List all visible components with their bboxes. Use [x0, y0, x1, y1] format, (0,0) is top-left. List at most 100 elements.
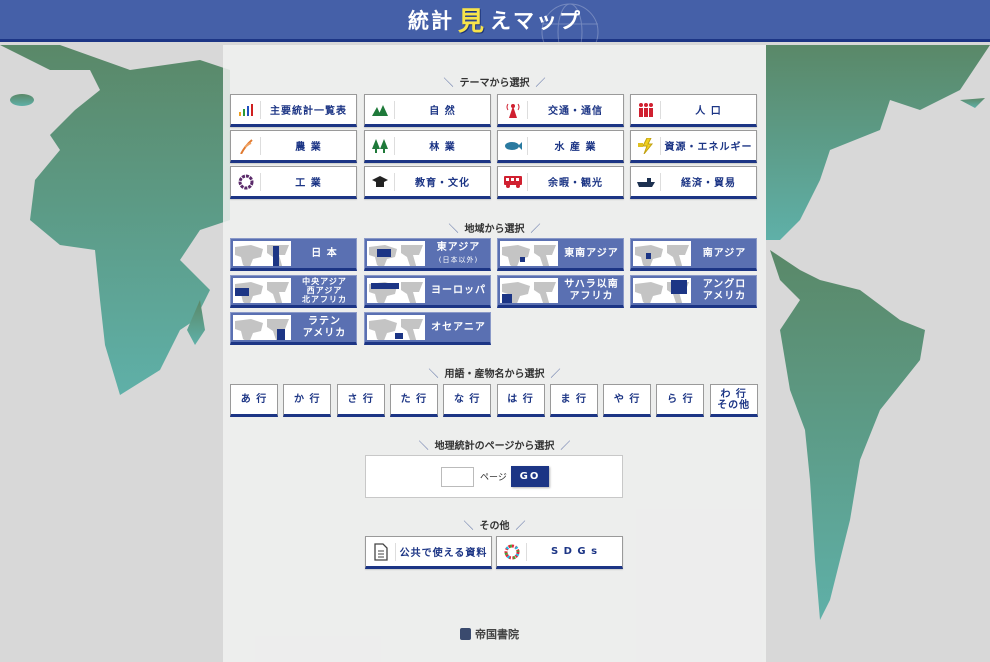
section-title-theme: ＼ テーマから選択／: [443, 78, 546, 89]
sdgs-button[interactable]: S D G s: [496, 536, 623, 569]
theme-button-label: 人 口: [695, 106, 722, 117]
region-button-label: オセアニア: [427, 313, 490, 342]
title-highlight: 見: [457, 7, 486, 37]
region-map-thumbnail: [367, 241, 425, 266]
region-button-label: 南アジア: [693, 239, 756, 268]
other-button-label: 公共で使える資料: [399, 548, 488, 559]
region-label-line: 東南アジア: [564, 247, 619, 259]
kana-label: は 行: [507, 394, 534, 405]
public-materials-button[interactable]: 公共で使える資料: [365, 536, 492, 569]
globe-icon: [541, 3, 599, 42]
other-button-label: S D G s: [550, 546, 599, 557]
theme-button[interactable]: 工 業: [230, 166, 357, 199]
region-button-label: ラテン アメリカ: [293, 313, 356, 342]
wheat-icon: [231, 136, 261, 155]
region-label-line: 西アジア: [306, 286, 343, 295]
page-number-input[interactable]: [441, 467, 474, 487]
region-label-line: 東アジア: [436, 241, 481, 253]
kana-label-sub: その他: [717, 399, 751, 411]
region-label-line: アメリカ: [702, 290, 747, 302]
theme-button-label: 工 業: [295, 178, 322, 189]
region-button-south-asia[interactable]: 南アジア: [630, 238, 757, 271]
kana-row-button[interactable]: わ 行その他: [709, 384, 758, 417]
bus-icon: [498, 172, 528, 191]
kana-row-button[interactable]: た 行: [389, 384, 438, 417]
theme-button[interactable]: 農 業: [230, 130, 357, 163]
region-label-line: 中央アジア: [302, 277, 347, 286]
region-map-thumbnail: [367, 315, 425, 340]
kana-label: か 行: [294, 394, 321, 405]
theme-button-label: 自 然: [429, 106, 456, 117]
theme-button-label: 農 業: [295, 142, 322, 153]
region-map-thumbnail: [500, 241, 558, 266]
region-button-anglo-america[interactable]: アングロ アメリカ: [630, 275, 757, 308]
graduation-cap-icon: [365, 172, 395, 191]
mountain-icon: [365, 100, 395, 119]
theme-button-label: 交通・通信: [548, 106, 603, 117]
document-icon: [366, 542, 396, 561]
region-label-line: アフリカ: [569, 290, 614, 302]
region-button-east-asia[interactable]: 東アジア (日本以外): [364, 238, 491, 271]
region-label-line: ヨーロッパ: [431, 284, 486, 296]
theme-button-label: 資源・エネルギー: [664, 142, 753, 153]
sdgs-wheel-icon: [497, 542, 527, 561]
section-title-page: ＼ 地理統計のページから選択／: [418, 441, 571, 452]
region-label-sub: (日本以外): [438, 255, 479, 264]
section-title-other: ＼ その他／: [463, 521, 526, 532]
theme-button[interactable]: 余暇・観光: [497, 166, 624, 199]
kana-row-button[interactable]: な 行: [443, 384, 492, 417]
region-button-central-west-asia-north-africa[interactable]: 中央アジア 西アジア 北アフリカ: [230, 275, 357, 308]
kana-row-button[interactable]: さ 行: [336, 384, 385, 417]
kana-label: さ 行: [347, 394, 374, 405]
region-button-label: ヨーロッパ: [427, 276, 490, 305]
region-button-oceania[interactable]: オセアニア: [364, 312, 491, 345]
region-label-line: 北アフリカ: [302, 295, 347, 304]
kana-label: ら 行: [667, 394, 694, 405]
kana-label: ま 行: [560, 394, 588, 405]
go-button[interactable]: GO: [511, 466, 549, 487]
region-button-label: サハラ以南 アフリカ: [560, 276, 623, 305]
publisher-emblem-icon: [460, 628, 471, 640]
kana-row-button[interactable]: は 行: [496, 384, 545, 417]
region-button-label: 中央アジア 西アジア 北アフリカ: [293, 276, 356, 305]
region-label-line: 南アジア: [702, 247, 747, 259]
ship-icon: [631, 172, 661, 191]
theme-button[interactable]: 資源・エネルギー: [630, 130, 757, 163]
region-map-thumbnail: [500, 278, 558, 303]
region-button-japan[interactable]: 日 本: [230, 238, 357, 271]
main-panel: ＼ テーマから選択／ 主要統計一覧表 自 然 交通・通信 人 口農 業 林 業 水 産 業 資…: [223, 45, 766, 662]
kana-row-button[interactable]: ら 行: [656, 384, 705, 417]
theme-button[interactable]: 教育・文化: [364, 166, 491, 199]
region-label-line: サハラ以南: [564, 278, 619, 290]
fish-icon: [498, 136, 528, 155]
theme-button[interactable]: 人 口: [630, 94, 757, 127]
theme-button-label: 主要統計一覧表: [270, 106, 347, 117]
region-button-southeast-asia[interactable]: 東南アジア: [497, 238, 624, 271]
region-button-sub-saharan-africa[interactable]: サハラ以南 アフリカ: [497, 275, 624, 308]
section-title-terms: ＼ 用語・産物名から選択／: [428, 369, 561, 380]
theme-button[interactable]: 水 産 業: [497, 130, 624, 163]
region-map-thumbnail: [367, 278, 425, 303]
region-button-latin-america[interactable]: ラテン アメリカ: [230, 312, 357, 345]
region-label-line: 日 本: [311, 247, 338, 259]
theme-button[interactable]: 林 業: [364, 130, 491, 163]
theme-button-label: 林 業: [429, 142, 456, 153]
bar-chart-icon: [231, 100, 261, 119]
kana-row-button[interactable]: や 行: [603, 384, 652, 417]
theme-button[interactable]: 交通・通信: [497, 94, 624, 127]
region-label-line: アメリカ: [302, 327, 347, 339]
theme-button[interactable]: 主要統計一覧表: [230, 94, 357, 127]
antenna-icon: [498, 100, 528, 119]
kana-row-button[interactable]: あ 行: [230, 384, 278, 417]
publisher-logo[interactable]: 帝国書院: [460, 626, 519, 642]
publisher-name: 帝国書院: [475, 628, 519, 641]
page-select-box: ページ GO: [365, 455, 623, 498]
kana-row-button[interactable]: ま 行: [549, 384, 598, 417]
region-button-europe[interactable]: ヨーロッパ: [364, 275, 491, 308]
region-label-line: アングロ: [702, 278, 747, 290]
theme-button[interactable]: 経済・貿易: [630, 166, 757, 199]
energy-icon: [631, 136, 661, 155]
kana-row-button[interactable]: か 行: [283, 384, 332, 417]
theme-button[interactable]: 自 然: [364, 94, 491, 127]
region-map-thumbnail: [233, 315, 291, 340]
